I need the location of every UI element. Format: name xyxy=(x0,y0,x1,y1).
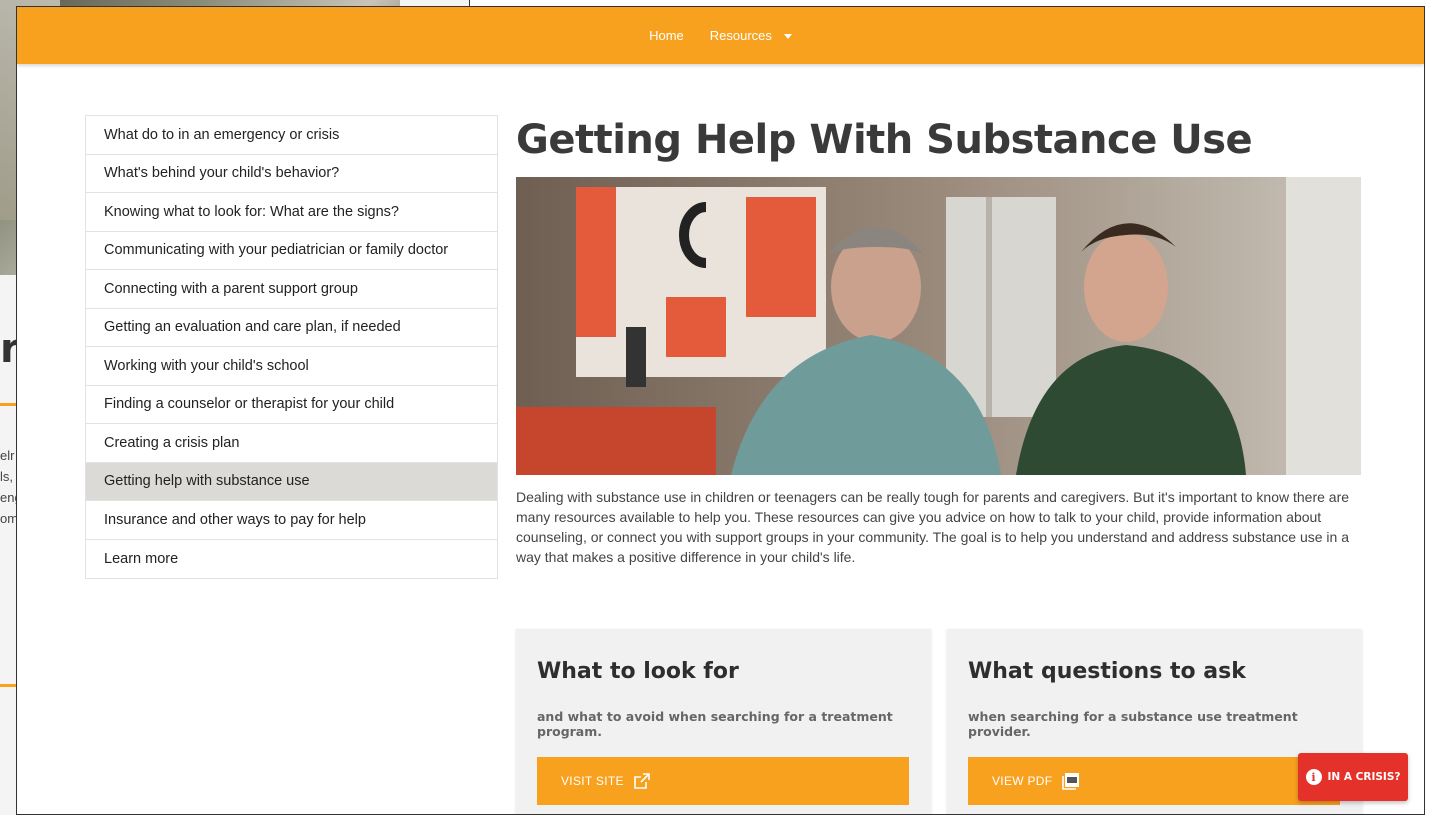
card-title: What to look for xyxy=(537,659,739,684)
in-a-crisis-button[interactable]: i IN A CRISIS? xyxy=(1298,753,1408,801)
side-menu-item-crisis-plan[interactable]: Creating a crisis plan xyxy=(86,424,497,463)
side-menu-item-insurance[interactable]: Insurance and other ways to pay for help xyxy=(86,501,497,540)
nav-resources-dropdown[interactable]: Resources xyxy=(710,28,792,43)
crisis-button-label: IN A CRISIS? xyxy=(1327,771,1401,783)
intro-paragraph: Dealing with substance use in children o… xyxy=(516,489,1350,565)
pdf-icon xyxy=(1062,773,1080,790)
nav-home-link[interactable]: Home xyxy=(649,28,684,43)
side-menu-item-behavior[interactable]: What's behind your child's behavior? xyxy=(86,155,497,193)
card-subtitle: and what to avoid when searching for a t… xyxy=(537,709,893,739)
side-menu-item-signs[interactable]: Knowing what to look for: What are the s… xyxy=(86,193,497,232)
visit-site-button[interactable]: VISIT SITE xyxy=(537,757,909,805)
side-menu-item-evaluation[interactable]: Getting an evaluation and care plan, if … xyxy=(86,309,497,347)
side-menu-item-support-group[interactable]: Connecting with a parent support group xyxy=(86,270,497,309)
view-pdf-button[interactable]: VIEW PDF xyxy=(968,757,1340,805)
page-title: Getting Help With Substance Use xyxy=(516,117,1253,163)
caret-down-icon xyxy=(783,34,792,40)
external-link-icon xyxy=(633,773,650,789)
side-menu-item-substance-use[interactable]: Getting help with substance use xyxy=(86,462,497,501)
nav-resources-label: Resources xyxy=(709,28,772,43)
main-window: Home Resources What do to in an emergenc… xyxy=(16,6,1425,815)
side-menu-item-counselor[interactable]: Finding a counselor or therapist for you… xyxy=(86,386,497,424)
side-menu: What do to in an emergency or crisis Wha… xyxy=(85,115,498,579)
what-to-look-for-card: What to look for and what to avoid when … xyxy=(516,629,931,814)
hero-image xyxy=(516,177,1361,475)
side-menu-item-learn-more[interactable]: Learn more xyxy=(86,540,497,579)
card-title: What questions to ask xyxy=(968,659,1246,684)
info-icon: i xyxy=(1305,769,1322,785)
side-menu-item-emergency[interactable]: What do to in an emergency or crisis xyxy=(86,116,497,155)
top-navigation: Home Resources xyxy=(17,7,1424,64)
side-menu-item-school[interactable]: Working with your child's school xyxy=(86,347,497,386)
card-subtitle: when searching for a substance use treat… xyxy=(968,709,1298,739)
view-pdf-label: VIEW PDF xyxy=(992,774,1053,788)
hero-photo-illustration xyxy=(516,177,1361,475)
side-menu-item-pediatrician[interactable]: Communicating with your pediatrician or … xyxy=(86,232,497,270)
visit-site-label: VISIT SITE xyxy=(561,774,624,788)
